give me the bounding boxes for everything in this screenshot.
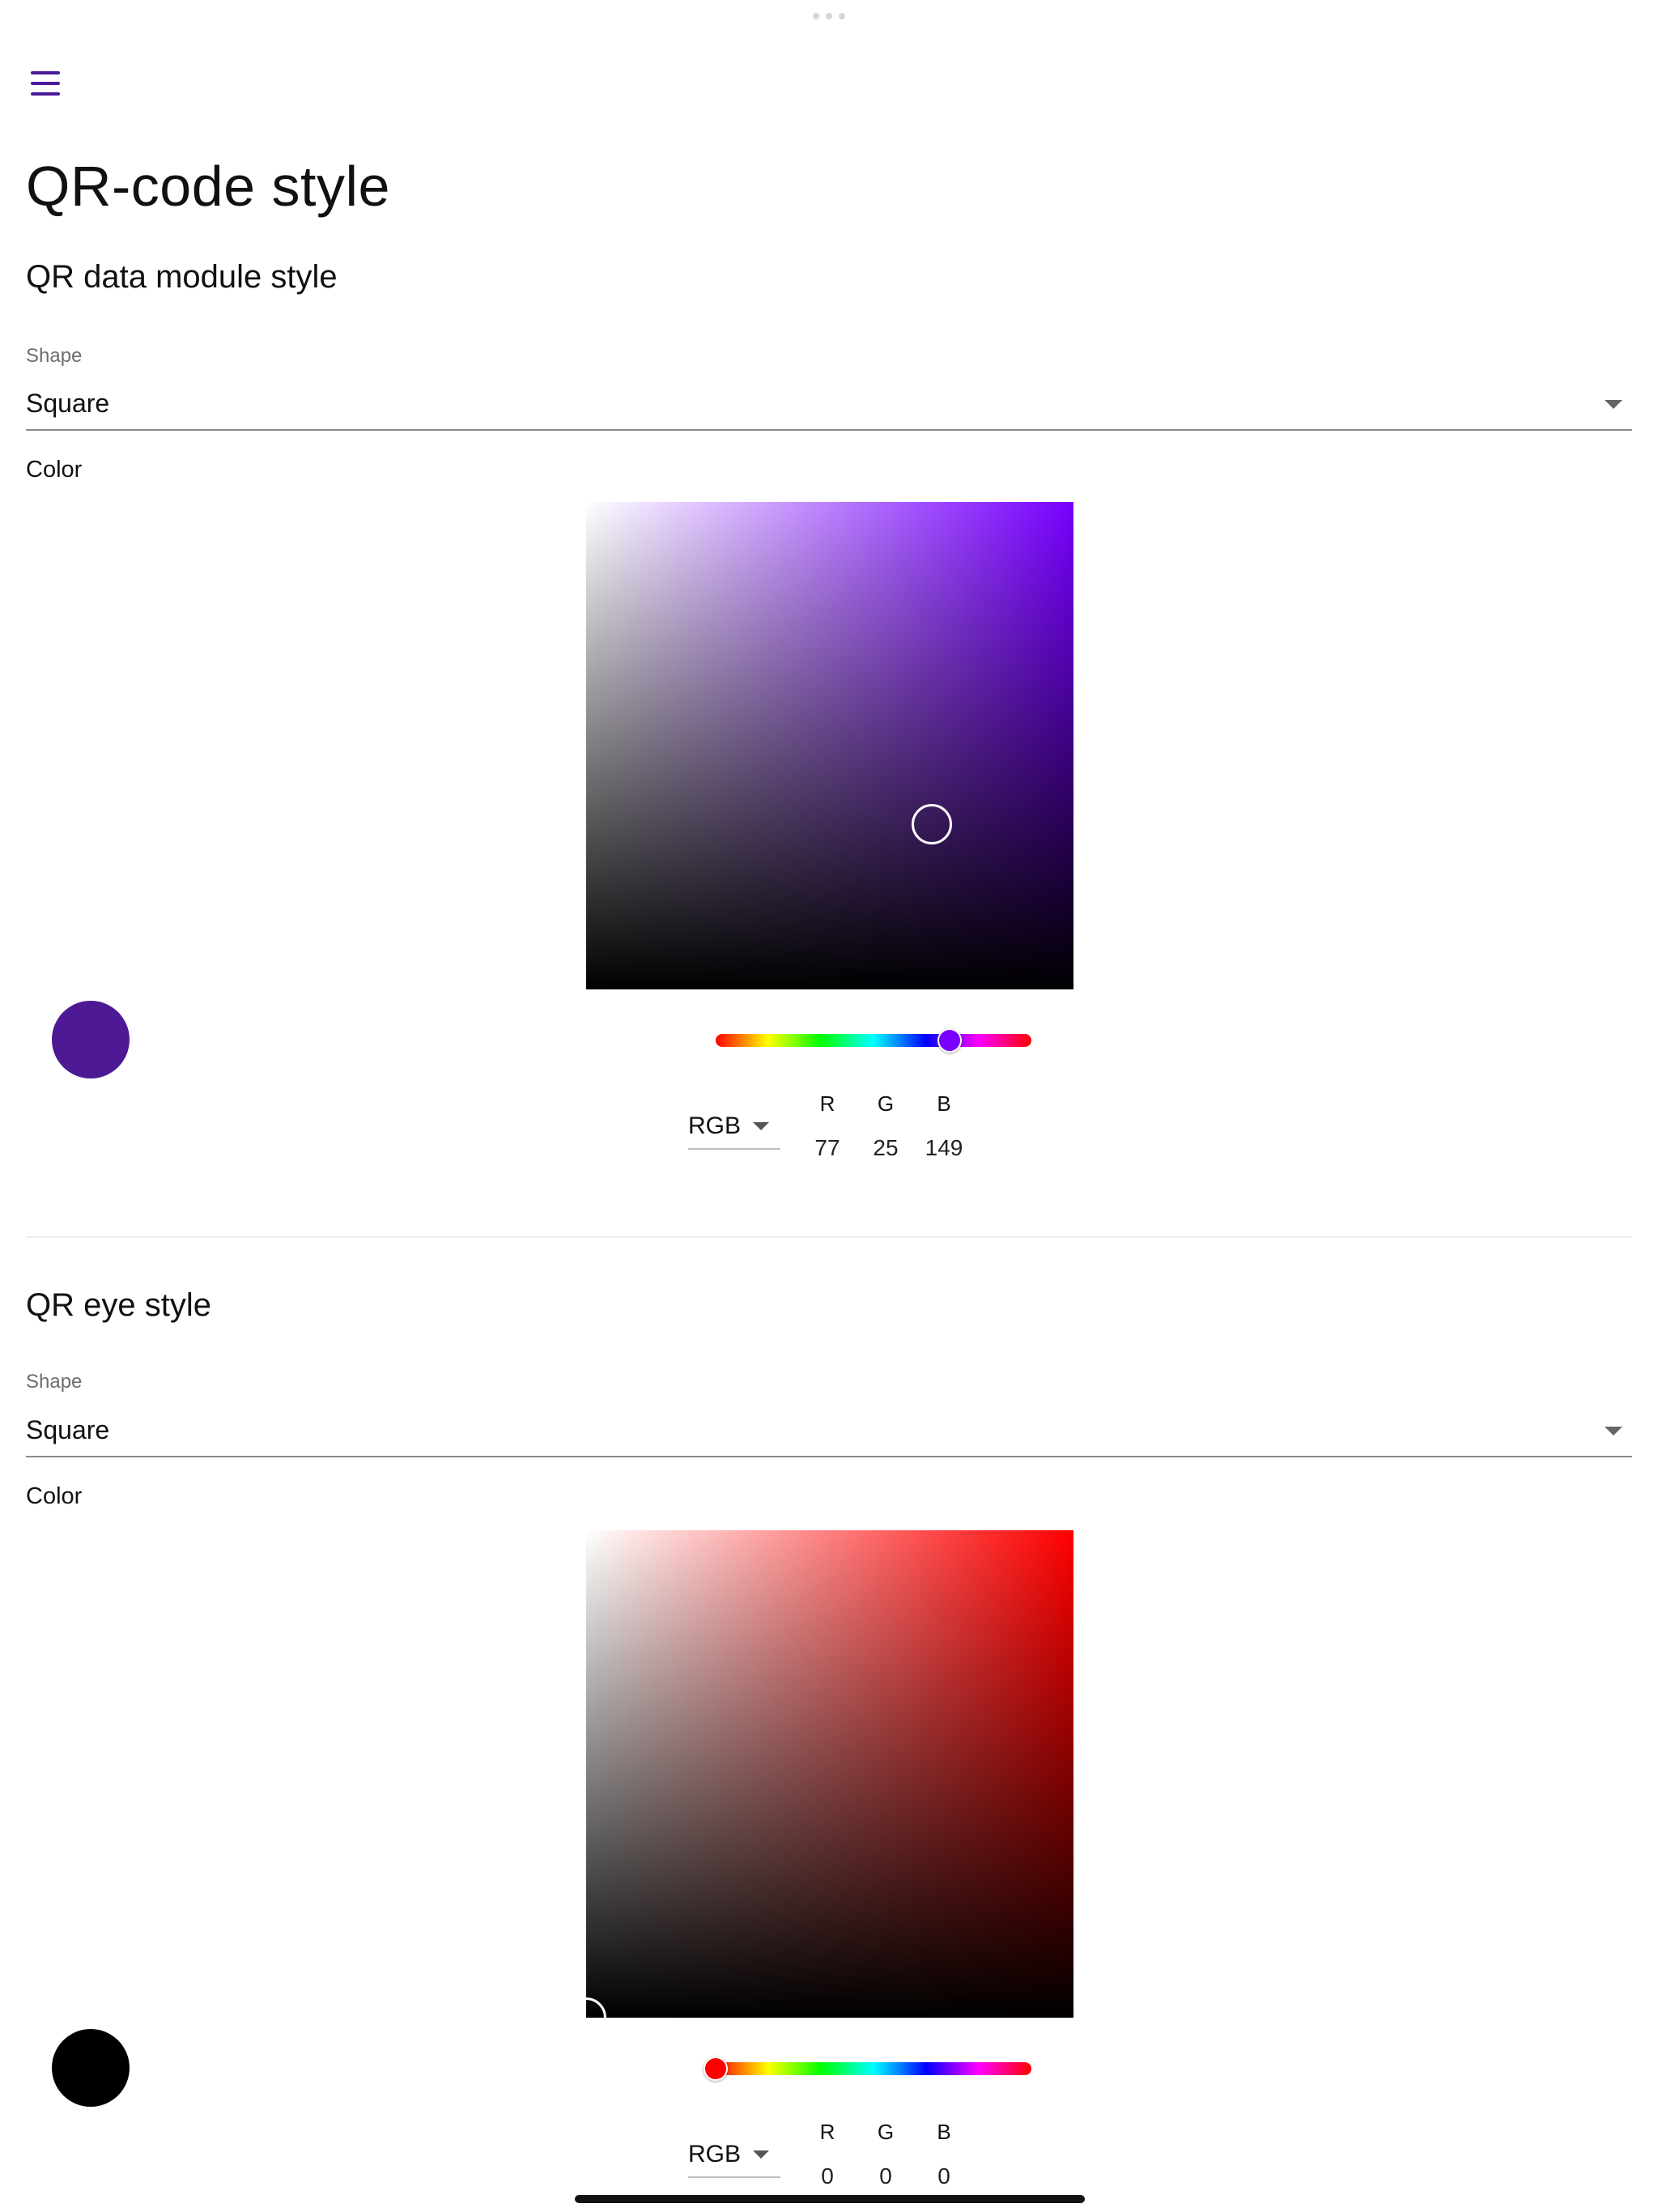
eye-r-label: R (819, 2120, 835, 2144)
data-module-b-label: B (937, 1091, 951, 1116)
eye-shape-select[interactable]: Square (26, 1386, 1632, 1457)
dropdown-arrow-icon (1605, 1427, 1622, 1436)
data-module-picker-handle[interactable] (912, 804, 952, 844)
data-module-color-mode-value: RGB (688, 1112, 742, 1139)
eye-b-input[interactable] (912, 2163, 976, 2189)
data-module-r-input[interactable] (795, 1135, 860, 1161)
data-module-color-mode-select[interactable]: RGB (688, 1108, 780, 1150)
section-divider (26, 1236, 1632, 1238)
eye-color-swatch (52, 2029, 130, 2107)
home-indicator[interactable] (575, 2195, 1085, 2203)
dropdown-arrow-icon (753, 1122, 769, 1130)
eye-r-input[interactable] (795, 2163, 860, 2189)
data-module-shape-value: Square (26, 389, 110, 418)
data-module-shape-select[interactable]: Square (26, 359, 1632, 431)
data-module-g-label: G (877, 1091, 895, 1116)
eye-b-label: B (937, 2120, 951, 2144)
multitasking-indicator[interactable] (810, 13, 848, 21)
eye-g-label: G (877, 2120, 895, 2144)
data-module-section-title: QR data module style (26, 259, 338, 295)
data-module-r-label: R (819, 1091, 835, 1116)
eye-section-title: QR eye style (26, 1287, 211, 1323)
eye-hue-slider[interactable] (704, 2057, 1031, 2081)
eye-color-label: Color (26, 1483, 83, 1509)
eye-g-input[interactable] (853, 2163, 918, 2189)
page-title: QR-code style (26, 155, 390, 218)
data-module-hue-thumb[interactable] (937, 1028, 962, 1053)
eye-hue-thumb[interactable] (704, 2057, 728, 2081)
eye-color-mode-select[interactable]: RGB (688, 2136, 780, 2178)
hamburger-menu-icon[interactable] (28, 70, 63, 99)
eye-shape-value: Square (26, 1415, 110, 1444)
dropdown-arrow-icon (1605, 400, 1622, 409)
data-module-hue-slider[interactable] (716, 1028, 1031, 1053)
data-module-b-input[interactable] (912, 1135, 976, 1161)
dropdown-arrow-icon (753, 2150, 769, 2159)
eye-saturation-value-picker[interactable] (586, 1530, 1073, 2018)
data-module-color-label: Color (26, 457, 83, 483)
data-module-color-swatch (52, 1001, 130, 1078)
eye-color-mode-value: RGB (688, 2141, 742, 2167)
data-module-g-input[interactable] (853, 1135, 918, 1161)
data-module-saturation-value-picker[interactable] (586, 502, 1073, 989)
